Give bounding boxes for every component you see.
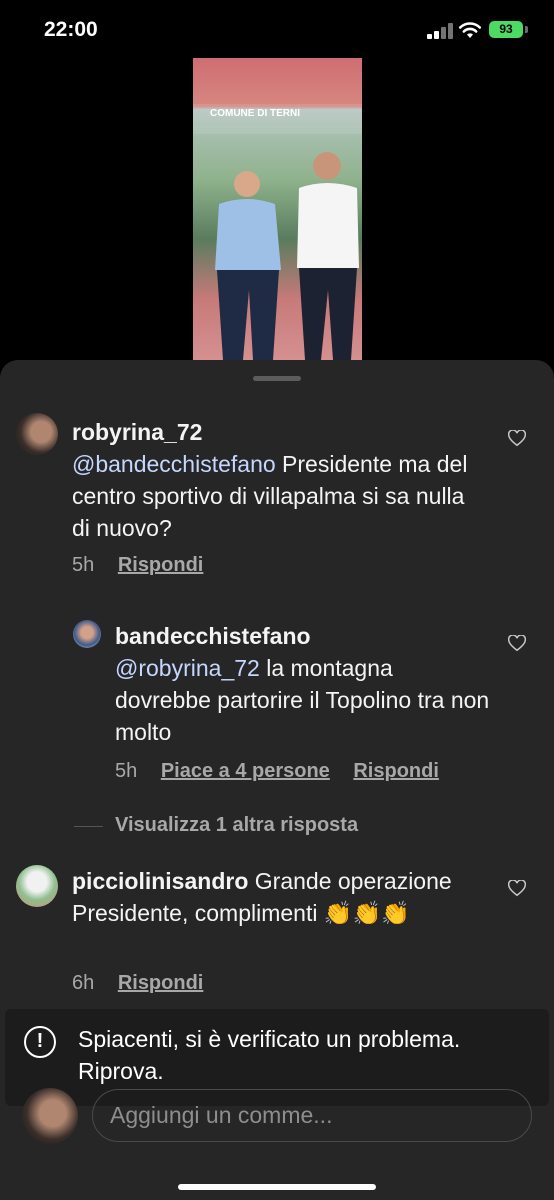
reply-button[interactable]: Rispondi <box>353 760 439 782</box>
person-right <box>297 152 359 360</box>
avatar[interactable] <box>16 413 58 455</box>
comment-input[interactable]: Aggiungi un comme... <box>92 1089 532 1142</box>
wifi-icon <box>458 22 482 38</box>
comment-text: robyrina_72 @bandecchistefano Presidente… <box>72 416 472 544</box>
like-heart-icon[interactable] <box>508 430 526 447</box>
avatar[interactable] <box>73 620 101 648</box>
sheet-grabber[interactable] <box>253 376 301 381</box>
likes-link[interactable]: Piace a 4 persone <box>161 760 330 782</box>
status-bar: 22:00 93 <box>0 0 554 60</box>
exclamation-circle-icon: ! <box>24 1026 56 1058</box>
divider <box>74 826 103 827</box>
like-heart-icon[interactable] <box>508 635 526 652</box>
banner-text: COMUNE DI TERNI <box>210 108 300 119</box>
reply-text: bandecchistefano @robyrina_72 la montagn… <box>115 620 495 748</box>
comment-input-placeholder: Aggiungi un comme... <box>110 1102 333 1128</box>
comment-time: 5h <box>72 554 95 576</box>
like-heart-icon[interactable] <box>508 880 526 897</box>
battery-icon: 93 <box>489 21 523 38</box>
home-indicator[interactable] <box>178 1184 376 1190</box>
comment-time: 6h <box>72 972 95 994</box>
status-time: 22:00 <box>44 18 98 41</box>
story-image[interactable]: COMUNE DI TERNI <box>193 58 362 360</box>
comment-meta: 5h Rispondi <box>72 554 203 577</box>
toast-message: Spiacenti, si è verificato un problema. … <box>78 1026 461 1084</box>
reply-button[interactable]: Rispondi <box>118 554 204 576</box>
person-left <box>215 171 281 360</box>
reply-time: 5h <box>115 760 138 782</box>
reply-mention[interactable]: @robyrina_72 <box>115 655 260 681</box>
battery-tip <box>525 26 528 33</box>
avatar[interactable] <box>16 865 58 907</box>
comment-text: picciolinisandro Grande operazione Presi… <box>72 865 482 929</box>
reply-username[interactable]: bandecchistefano <box>115 623 311 649</box>
reply-button[interactable]: Rispondi <box>118 972 204 994</box>
view-more-replies-button[interactable]: Visualizza 1 altra risposta <box>115 814 358 837</box>
my-avatar <box>22 1088 78 1144</box>
reply-meta: 5h Piace a 4 persone Rispondi <box>115 760 439 783</box>
comment-meta: 6h Rispondi <box>72 972 203 995</box>
cellular-signal-icon <box>427 23 453 39</box>
comment-username[interactable]: robyrina_72 <box>72 419 202 445</box>
comment-username[interactable]: picciolinisandro <box>72 868 248 894</box>
comment-mention[interactable]: @bandecchistefano <box>72 451 276 477</box>
